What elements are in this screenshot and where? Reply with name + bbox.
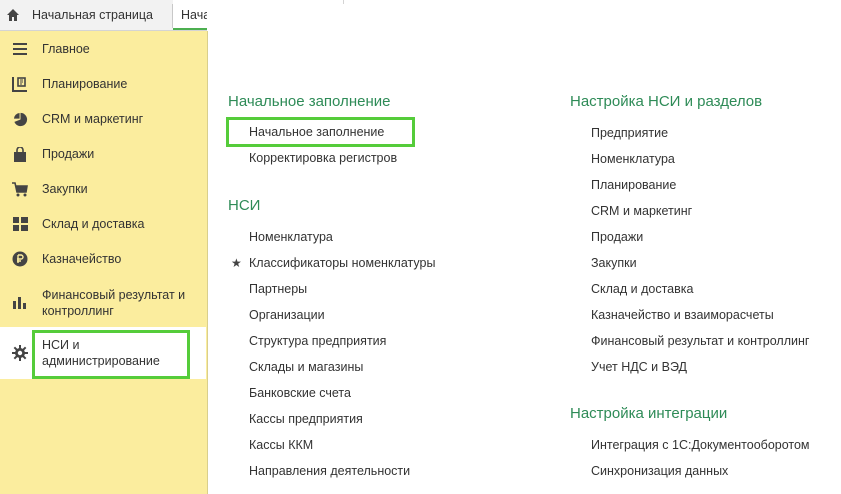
menu-link[interactable]: Финансовый результат и контроллинг (591, 334, 809, 348)
menu-link[interactable]: Структура предприятия (249, 334, 386, 348)
sidebar-item-financial-result[interactable]: Финансовый результат и контроллинг (0, 282, 206, 322)
pie-chart-icon (11, 110, 29, 128)
sidebar-item-label: Планирование (42, 77, 128, 91)
star-icon[interactable]: ★ (231, 256, 242, 270)
section-heading-nsi: НСИ (228, 197, 261, 214)
sidebar-item-crm[interactable]: CRM и маркетинг (0, 107, 206, 131)
tab-active-label: Начальное заполнение (181, 8, 207, 22)
menu-link[interactable]: Номенклатура (249, 230, 333, 244)
highlight-box (32, 330, 190, 379)
menu-link[interactable]: Корректировка регистров (249, 151, 397, 165)
menu-link[interactable]: Классификаторы номенклатуры (249, 256, 435, 270)
menu-link[interactable]: Направления деятельности (249, 464, 410, 478)
home-icon[interactable] (6, 8, 20, 22)
menu-link[interactable]: Казначейство и взаиморасчеты (591, 308, 774, 322)
menu-link[interactable]: Синхронизация данных (591, 464, 728, 478)
menu-link[interactable]: Продажи (591, 230, 643, 244)
sidebar-item-planning[interactable]: Планирование (0, 72, 206, 96)
ruble-coin-icon (11, 250, 29, 268)
menu-link[interactable]: Интеграция с 1С:Документооборотом (591, 438, 810, 452)
menu-link[interactable]: Планирование (591, 178, 676, 192)
bar-chart-icon (11, 293, 29, 311)
main-panel: Начальное заполнение Начальное заполнени… (208, 0, 841, 494)
section-heading-integration: Настройка интеграции (570, 405, 728, 422)
sidebar-item-warehouse[interactable]: Склад и доставка (0, 212, 206, 236)
menu-link[interactable]: Учет НДС и ВЭД (591, 360, 687, 374)
section-heading-settings: Настройка НСИ и разделов (570, 93, 763, 110)
sidebar-item-purchases[interactable]: Закупки (0, 177, 206, 201)
gear-icon (11, 344, 29, 362)
menu-link[interactable]: Предприятие (591, 126, 668, 140)
menu-link[interactable]: Склад и доставка (591, 282, 693, 296)
menu-link[interactable]: Закупки (591, 256, 637, 270)
sidebar-item-label: Продажи (42, 147, 95, 161)
menu-link[interactable]: Организации (249, 308, 325, 322)
shopping-bag-icon (11, 145, 29, 163)
menu-link[interactable]: CRM и маркетинг (591, 204, 692, 218)
section-heading-initial-fill: Начальное заполнение (228, 93, 391, 110)
menu-link[interactable]: Кассы ККМ (249, 438, 313, 452)
sidebar-item-label: Склад и доставка (42, 217, 145, 231)
tab-bar: Начальная страница Начальное заполнение (0, 0, 207, 31)
tab-home[interactable]: Начальная страница (32, 8, 153, 22)
sidebar-item-main[interactable]: Главное (0, 37, 206, 61)
menu-link[interactable]: Банковские счета (249, 386, 351, 400)
divider (343, 0, 344, 4)
cart-icon (11, 180, 29, 198)
menu-link[interactable]: Склады и магазины (249, 360, 363, 374)
menu-link[interactable]: Кассы предприятия (249, 412, 363, 426)
highlight-box (226, 117, 415, 147)
tab-active[interactable]: Начальное заполнение (173, 0, 207, 30)
menu-lines-icon (11, 40, 29, 58)
sidebar-item-label: Финансовый результат и контроллинг (42, 288, 186, 318)
sidebar-item-sales[interactable]: Продажи (0, 142, 206, 166)
warehouse-grid-icon (11, 215, 29, 233)
sidebar-item-treasury[interactable]: Казначейство (0, 247, 206, 271)
sidebar: Главное Планирование CRM и маркетинг Про… (0, 31, 208, 494)
planning-icon (11, 75, 29, 93)
menu-link[interactable]: Партнеры (249, 282, 307, 296)
sidebar-item-label: Закупки (42, 182, 88, 196)
sidebar-item-label: Главное (42, 42, 90, 56)
menu-link[interactable]: Номенклатура (591, 152, 675, 166)
sidebar-item-label: Казначейство (42, 252, 122, 266)
sidebar-item-label: CRM и маркетинг (42, 112, 144, 126)
